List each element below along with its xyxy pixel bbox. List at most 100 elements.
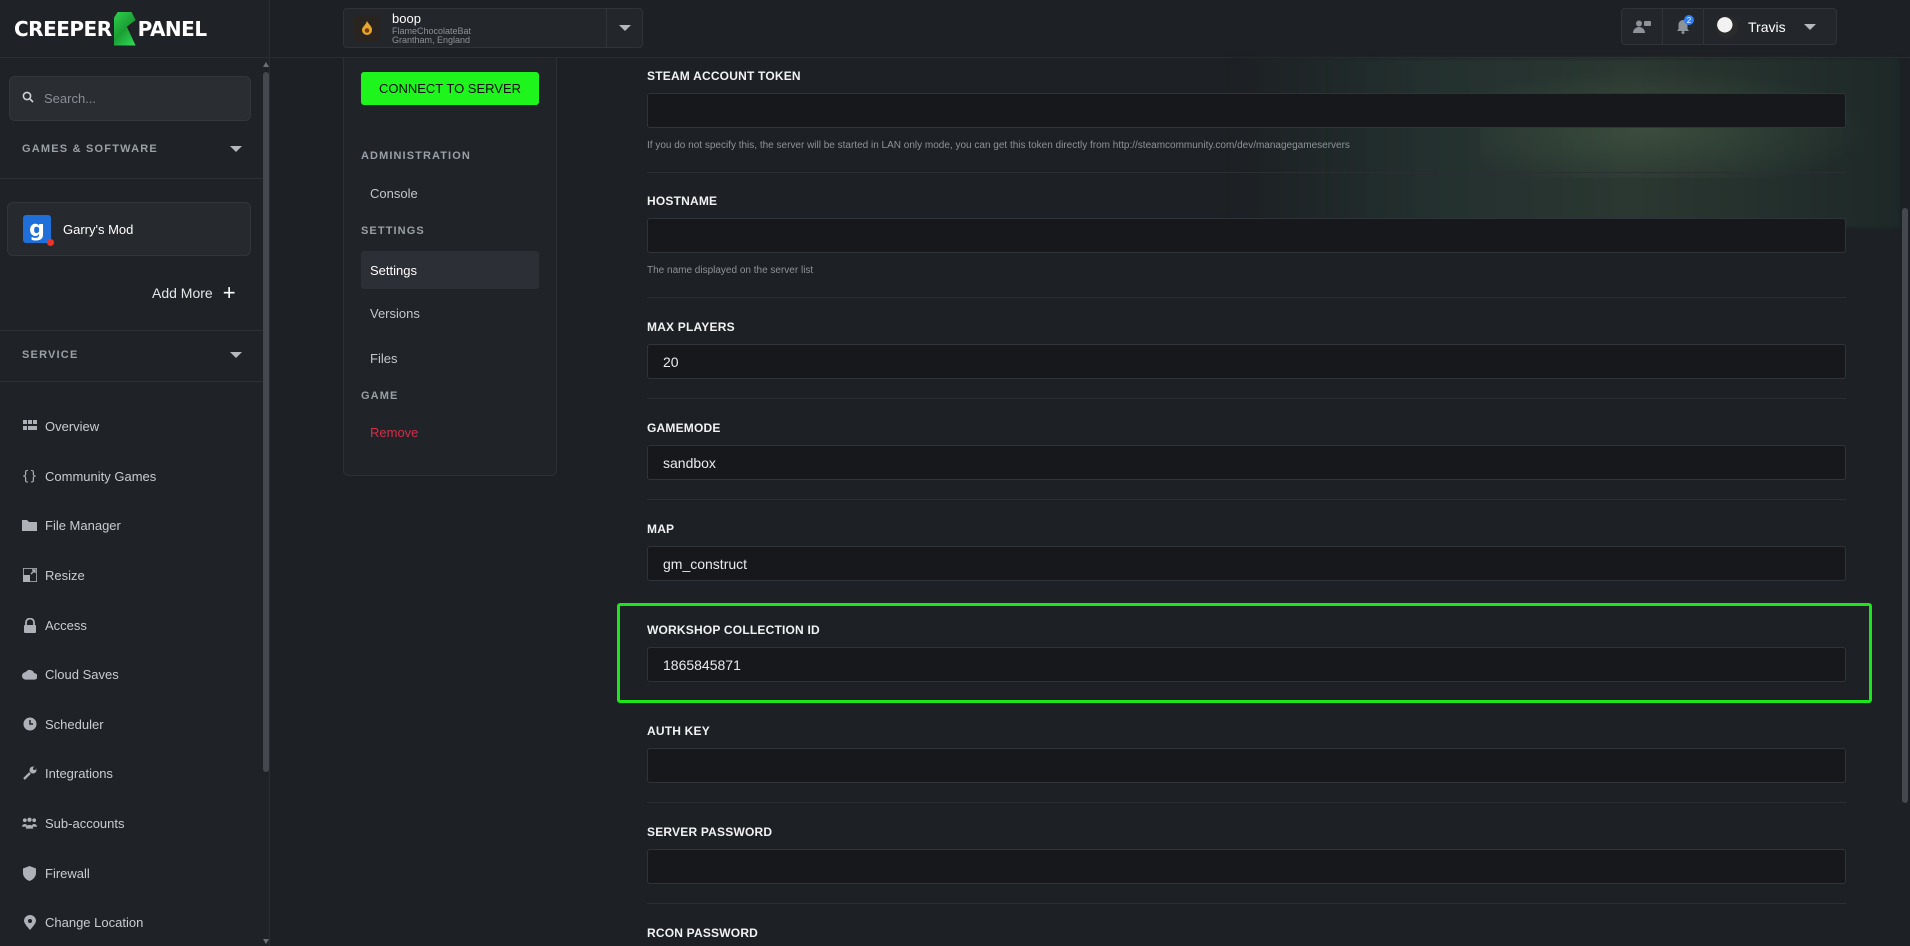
sidebar-item-cloud-saves[interactable]: Cloud Saves [22,664,119,684]
friends-button[interactable] [1622,9,1662,44]
user-menu[interactable]: Travis [1704,15,1816,38]
sidebar-item-firewall[interactable]: Firewall [22,863,90,883]
field-label: AUTH KEY [647,724,710,738]
games-section-header[interactable]: GAMES & SOFTWARE [22,143,242,155]
chevron-down-icon [618,25,631,31]
auth-key-input[interactable] [647,748,1846,783]
max-players-input[interactable] [647,344,1846,379]
search-input[interactable] [44,91,234,106]
users-icon [22,816,37,831]
server-name: boop [392,10,421,26]
subnav-item-remove[interactable]: Remove [361,413,539,451]
field-label: MAP [647,522,675,536]
field-help-text: If you do not specify this, the server w… [647,140,1350,151]
clock-icon [22,717,37,732]
sidebar-item-resize[interactable]: Resize [22,565,85,585]
sidebar-item-integrations[interactable]: Integrations [22,763,113,783]
subnav-item-settings[interactable]: Settings [361,251,539,289]
notification-badge: 2 [1684,15,1694,25]
gamemode-input[interactable] [647,445,1846,480]
subnav-item-console[interactable]: Console [361,174,539,212]
sidebar-item-scheduler[interactable]: Scheduler [22,714,104,734]
scroll-down-arrow-icon[interactable] [263,939,269,944]
sidebar-item-label: Firewall [45,865,90,881]
divider [647,172,1846,173]
field-workshop-collection-id: WORKSHOP COLLECTION ID [647,623,1846,682]
sidebar-item-label: File Manager [45,517,121,533]
workshop-collection-id-input[interactable] [647,647,1846,682]
cloud-icon [22,667,37,682]
search-icon [22,90,34,108]
sidebar-item-community-games[interactable]: {} Community Games [21,466,157,486]
sidebar-item-label: Sub-accounts [45,815,125,831]
folder-icon [22,518,37,533]
location-pin-icon [22,914,37,930]
sidebar-item-label: Access [45,617,87,633]
brand-logo[interactable]: CREEPER PANEL [0,0,269,58]
subnav-item-label: Settings [370,262,417,278]
grid-icon [22,419,37,434]
sidebar-search[interactable] [9,76,251,121]
field-max-players: MAX PLAYERS [647,320,1846,379]
field-label: WORKSHOP COLLECTION ID [647,623,820,637]
field-label: HOSTNAME [647,194,718,208]
field-label: SERVER PASSWORD [647,825,773,839]
divider [647,802,1846,803]
divider [0,330,262,331]
server-dropdown-toggle[interactable] [606,9,642,47]
add-more-button[interactable]: Add More + [152,282,236,304]
notifications-button[interactable]: 2 [1663,9,1703,44]
field-label: RCON PASSWORD [647,926,759,940]
server-info: boop FlameChocolateBat Grantham, England [392,12,471,45]
resize-icon [22,568,37,583]
sidebar-item-access[interactable]: Access [22,615,87,635]
sidebar-item-label: Cloud Saves [45,666,119,682]
sidebar-item-label: Integrations [45,765,113,781]
field-steam-account-token: STEAM ACCOUNT TOKEN If you do not specif… [647,69,1846,151]
sidebar-scrollbar[interactable] [263,60,269,946]
field-label: MAX PLAYERS [647,320,735,334]
subnav-section-game: GAME [361,390,399,402]
sidebar-scroll-thumb[interactable] [263,72,269,772]
field-help-text: The name displayed on the server list [647,265,814,276]
sidebar-item-sub-accounts[interactable]: Sub-accounts [22,813,125,833]
steam-account-token-input[interactable] [647,93,1846,128]
subnav-item-files[interactable]: Files [361,339,539,377]
subnav-item-label: Files [370,350,398,366]
sidebar-item-file-manager[interactable]: File Manager [22,515,121,535]
server-location: Grantham, England [392,34,471,45]
chevron-down-icon[interactable] [230,146,242,152]
field-gamemode: GAMEMODE [647,421,1846,480]
main-scroll-thumb[interactable] [1902,208,1908,803]
server-avatar-icon [354,15,380,41]
map-input[interactable] [647,546,1846,581]
main-scrollbar[interactable] [1902,60,1908,946]
game-card-garrys-mod[interactable]: g Garry's Mod [7,202,251,256]
server-password-input[interactable] [647,849,1846,884]
scroll-up-arrow-icon[interactable] [263,62,269,67]
service-section-header[interactable]: SERVICE [22,349,242,361]
braces-icon: {} [21,468,38,484]
subnav-item-label: Remove [370,424,419,440]
sidebar-item-overview[interactable]: Overview [22,416,99,436]
field-auth-key: AUTH KEY [647,724,1846,783]
connect-to-server-button[interactable]: CONNECT TO SERVER [361,72,539,105]
chevron-down-icon[interactable] [230,352,242,358]
divider [647,398,1846,399]
sidebar-item-change-location[interactable]: Change Location [22,912,143,932]
subnav-section-administration: ADMINISTRATION [361,150,471,162]
divider [647,903,1846,904]
divider [647,297,1846,298]
field-rcon-password: RCON PASSWORD [647,926,1846,940]
field-label: GAMEMODE [647,421,721,435]
brand-wordmark: CREEPER PANEL [14,11,207,46]
server-selector[interactable]: boop FlameChocolateBat Grantham, England [343,8,643,48]
sidebar-item-label: Resize [45,567,85,583]
subnav-item-versions[interactable]: Versions [361,294,539,332]
hostname-input[interactable] [647,218,1846,253]
lock-icon [22,617,37,633]
game-card-name: Garry's Mod [63,221,134,237]
divider [0,381,262,382]
subnav-section-settings: SETTINGS [361,225,425,237]
field-label: STEAM ACCOUNT TOKEN [647,69,801,83]
